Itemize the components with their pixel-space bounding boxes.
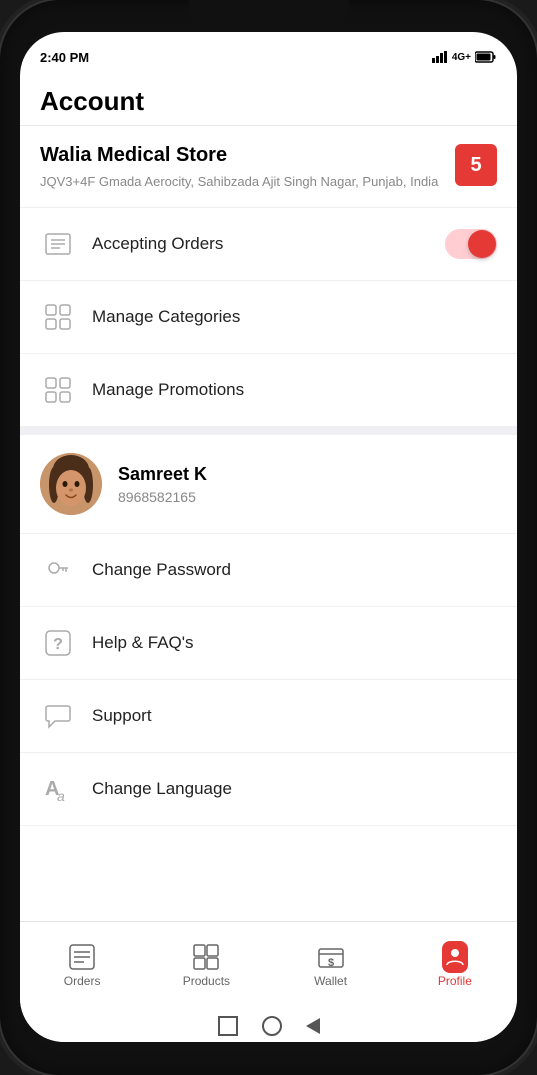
nav-profile-label: Profile: [438, 974, 472, 988]
nav-orders-label: Orders: [64, 974, 101, 988]
help-faq-label: Help & FAQ's: [92, 633, 497, 653]
accepting-orders-toggle[interactable]: [445, 229, 497, 259]
home-indicator-area: [20, 1009, 517, 1042]
home-square-btn[interactable]: [218, 1016, 238, 1036]
nav-wallet-icon: $: [318, 944, 344, 970]
signal-icon: [432, 51, 448, 63]
nav-item-profile[interactable]: Profile: [393, 922, 517, 1009]
change-language-label: Change Language: [92, 779, 497, 799]
screen-content: Account Walia Medical Store JQV3+4F Gmad…: [20, 74, 517, 921]
bottom-nav: Orders Products: [20, 921, 517, 1009]
key-icon: [40, 552, 76, 588]
nav-orders-icon: [69, 944, 95, 970]
categories-icon: [40, 299, 76, 335]
page-title: Account: [40, 86, 497, 117]
menu-item-change-password[interactable]: Change Password: [20, 534, 517, 607]
nav-products-label: Products: [183, 974, 230, 988]
nav-item-wallet[interactable]: $ Wallet: [269, 922, 393, 1009]
svg-text:$: $: [328, 957, 334, 969]
menu-item-accepting-orders[interactable]: Accepting Orders: [20, 208, 517, 281]
page-header: Account: [20, 74, 517, 126]
nav-item-products[interactable]: Products: [144, 922, 268, 1009]
phone-frame: 2:40 PM 4G+: [0, 0, 537, 1075]
carrier-text: 4G+: [452, 52, 471, 63]
menu-item-manage-categories[interactable]: Manage Categories: [20, 281, 517, 354]
menu-item-manage-promotions[interactable]: Manage Promotions: [20, 354, 517, 427]
user-name: Samreet K: [118, 464, 207, 485]
home-circle-btn[interactable]: [262, 1016, 282, 1036]
status-time: 2:40 PM: [40, 50, 89, 65]
toggle-knob: [468, 230, 496, 258]
store-info: Walia Medical Store JQV3+4F Gmada Aeroci…: [40, 144, 443, 191]
status-icons: 4G+: [432, 51, 497, 63]
nav-wallet-label: Wallet: [314, 974, 347, 988]
user-phone: 8968582165: [118, 489, 207, 505]
store-address: JQV3+4F Gmada Aerocity, Sahibzada Ajit S…: [40, 173, 443, 191]
nav-item-orders[interactable]: Orders: [20, 922, 144, 1009]
user-avatar: [40, 453, 102, 515]
manage-categories-label: Manage Categories: [92, 307, 497, 327]
menu-item-support[interactable]: Support: [20, 680, 517, 753]
orders-icon: [40, 226, 76, 262]
store-name: Walia Medical Store: [40, 144, 443, 167]
promotions-icon: [40, 372, 76, 408]
language-icon: A a: [40, 771, 76, 807]
user-section: Samreet K 8968582165: [20, 435, 517, 534]
status-bar: 2:40 PM 4G+: [20, 32, 517, 74]
battery-icon: [475, 51, 497, 63]
store-section: Walia Medical Store JQV3+4F Gmada Aeroci…: [20, 126, 517, 208]
support-label: Support: [92, 706, 497, 726]
help-icon: ?: [40, 625, 76, 661]
chat-icon: [40, 698, 76, 734]
svg-text:a: a: [57, 788, 65, 803]
home-back-btn[interactable]: [306, 1018, 320, 1034]
user-info: Samreet K 8968582165: [118, 464, 207, 505]
menu-section: Accepting Orders Ma: [20, 208, 517, 427]
menu-item-change-language[interactable]: A a Change Language: [20, 753, 517, 826]
menu-item-help-faq[interactable]: ? Help & FAQ's: [20, 607, 517, 680]
change-password-label: Change Password: [92, 560, 497, 580]
phone-screen: 2:40 PM 4G+: [20, 32, 517, 1042]
accepting-orders-label: Accepting Orders: [92, 234, 445, 254]
notch: [189, 0, 349, 28]
manage-promotions-label: Manage Promotions: [92, 380, 497, 400]
section-divider: [20, 427, 517, 435]
store-badge[interactable]: 5: [455, 144, 497, 186]
svg-text:?: ?: [53, 636, 63, 653]
nav-profile-icon: [442, 944, 468, 970]
nav-products-icon: [193, 944, 219, 970]
